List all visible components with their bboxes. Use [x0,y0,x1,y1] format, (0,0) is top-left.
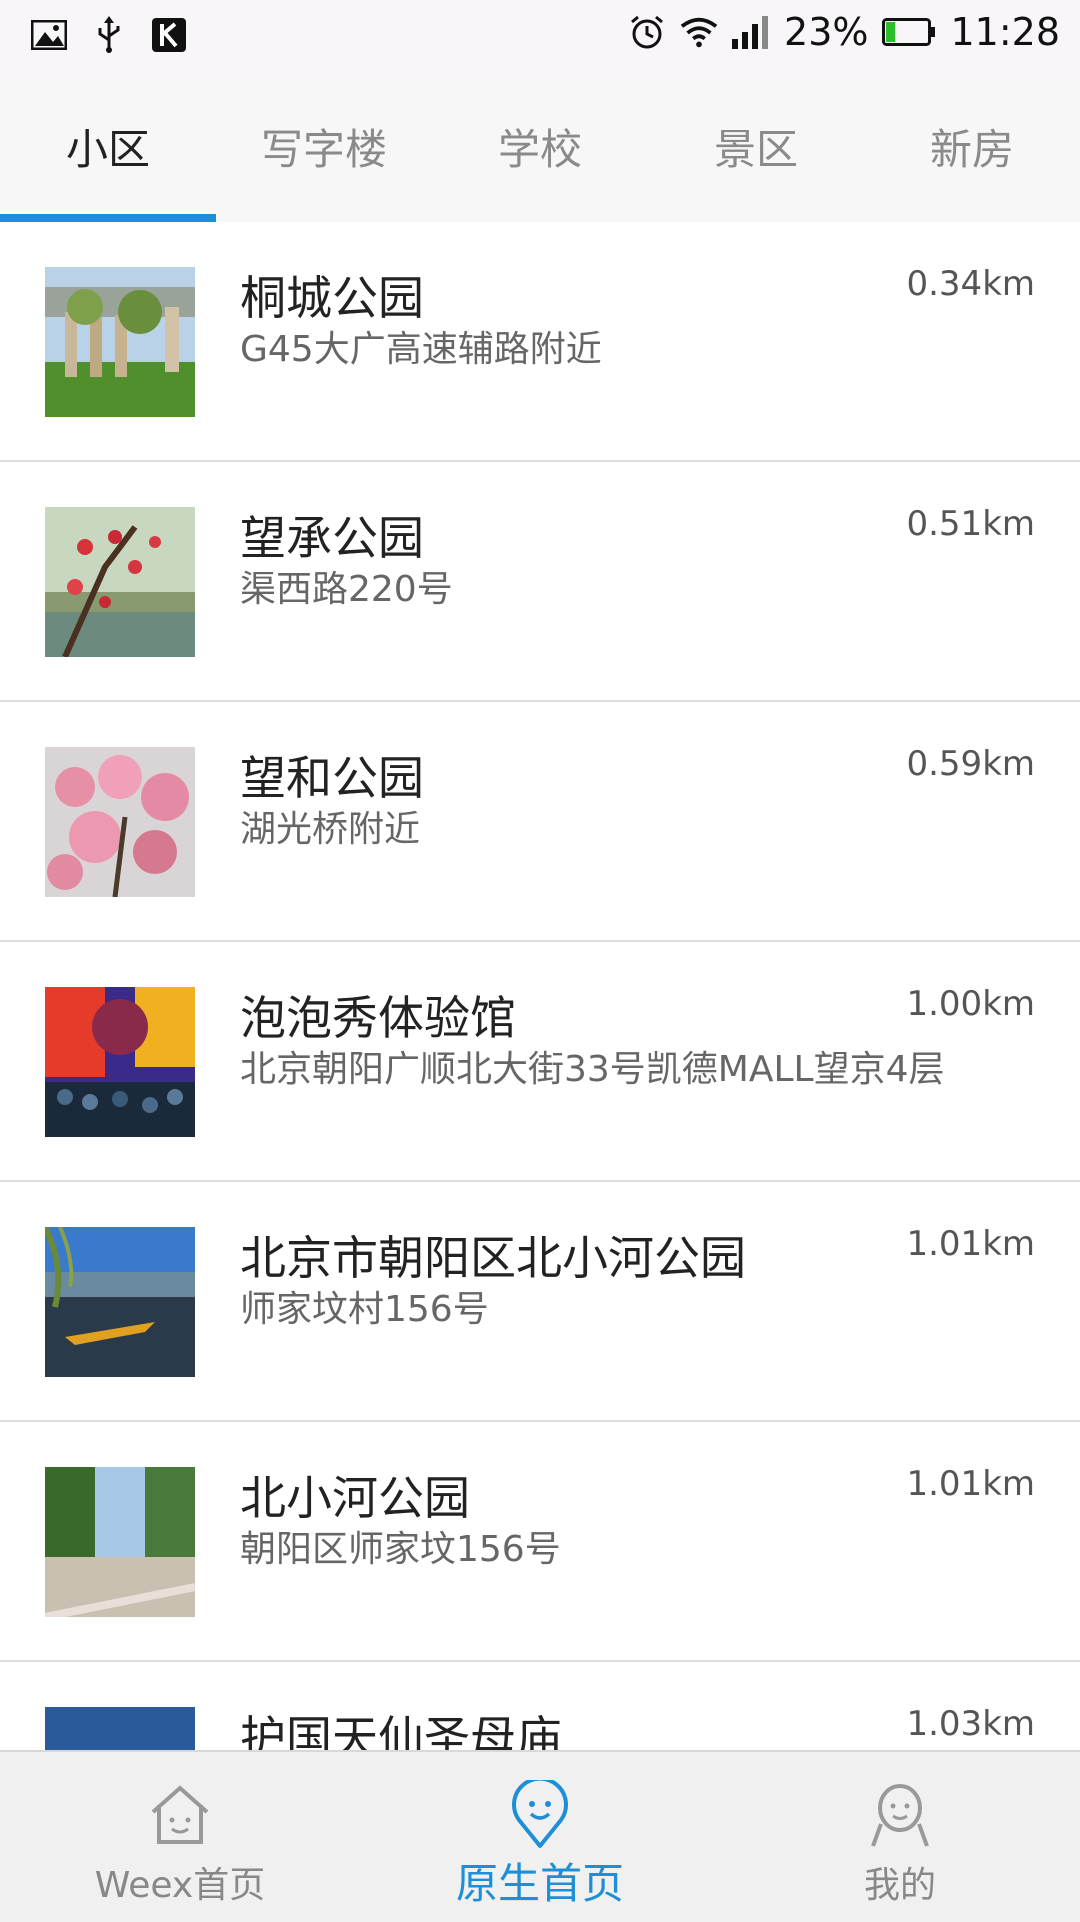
tab-school[interactable]: 学校 [432,70,648,222]
list-item[interactable]: 北小河公园 朝阳区师家坟156号 1.01km [0,1422,1080,1662]
place-distance: 0.59km [906,744,1035,784]
alarm-icon [628,13,666,51]
nav-label: 我的 [863,1865,936,1906]
signal-icon [732,13,770,51]
place-address: 北京朝阳广顺北大街33号凯德MALL望京4层 [240,1049,945,1090]
battery-icon [882,13,936,51]
home-icon [145,1780,215,1850]
tab-xiaoqu[interactable]: 小区 [0,70,216,222]
place-title: 望承公园 [240,511,424,565]
battery-percent: 23% [784,10,869,54]
person-icon [865,1780,935,1850]
status-bar-right: 23% 11:28 [628,10,1060,54]
status-bar-left [30,16,188,54]
list-item[interactable]: 护国天仙圣母庙 1.03km [0,1662,1080,1752]
nav-label: Weex首页 [94,1865,266,1906]
place-distance: 0.51km [906,504,1035,544]
tab-new-house[interactable]: 新房 [864,70,1080,222]
list-item[interactable]: 北京市朝阳区北小河公园 师家坟村156号 1.01km [0,1182,1080,1422]
wifi-icon [680,13,718,51]
place-thumbnail [45,267,195,417]
place-title: 望和公园 [240,751,424,805]
place-distance: 1.00km [906,984,1035,1024]
list-item[interactable]: 泡泡秀体验馆 北京朝阳广顺北大街33号凯德MALL望京4层 1.00km [0,942,1080,1182]
place-distance: 1.01km [906,1224,1035,1264]
place-address: 师家坟村156号 [240,1289,489,1330]
category-tabs: 小区 写字楼 学校 景区 新房 [0,70,1080,222]
k-app-icon [150,16,188,54]
status-bar: 23% 11:28 [0,0,1080,70]
place-title: 桐城公园 [240,271,424,325]
place-distance: 1.01km [906,1464,1035,1504]
place-thumbnail [45,507,195,657]
clock: 11:28 [950,10,1060,54]
usb-icon [90,16,128,54]
place-address: 湖光桥附近 [240,809,421,850]
place-distance: 0.34km [906,264,1035,304]
nav-native-home[interactable]: 原生首页 [360,1752,720,1922]
nav-weex-home[interactable]: Weex首页 [0,1752,360,1922]
place-thumbnail [45,987,195,1137]
image-icon [30,16,68,54]
nav-label: 原生首页 [455,1859,624,1908]
place-address: G45大广高速辅路附近 [240,329,602,370]
list-item[interactable]: 桐城公园 G45大广高速辅路附近 0.34km [0,222,1080,462]
place-title: 泡泡秀体验馆 [240,991,516,1045]
place-title: 护国天仙圣母庙 [240,1711,562,1752]
tab-office[interactable]: 写字楼 [216,70,432,222]
place-address: 渠西路220号 [240,569,453,610]
location-pin-icon [505,1776,575,1850]
place-thumbnail [45,1227,195,1377]
place-title: 北京市朝阳区北小河公园 [240,1231,746,1285]
place-thumbnail [45,747,195,897]
list-item[interactable]: 望承公园 渠西路220号 0.51km [0,462,1080,702]
tab-scenic[interactable]: 景区 [648,70,864,222]
bottom-nav: Weex首页 原生首页 我的 [0,1750,1080,1922]
place-distance: 1.03km [906,1704,1035,1744]
list-item[interactable]: 望和公园 湖光桥附近 0.59km [0,702,1080,942]
place-address: 朝阳区师家坟156号 [240,1529,561,1570]
place-thumbnail [45,1467,195,1617]
nav-mine[interactable]: 我的 [720,1752,1080,1922]
place-title: 北小河公园 [240,1471,470,1525]
place-list: 桐城公园 G45大广高速辅路附近 0.34km 望承公园 渠西路220号 0.5… [0,222,1080,1752]
place-thumbnail [45,1707,195,1752]
